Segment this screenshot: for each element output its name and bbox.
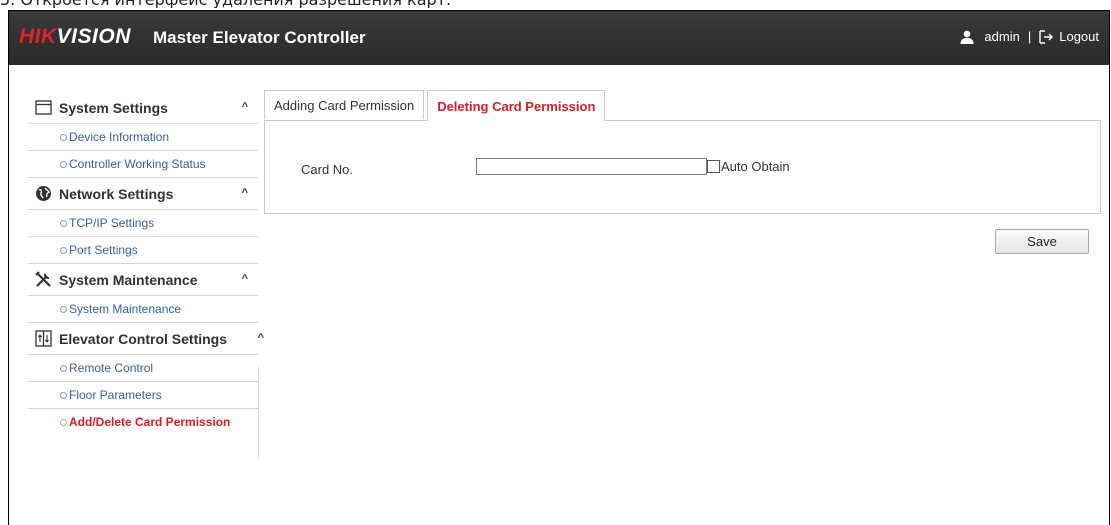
app-title: Master Elevator Controller: [153, 28, 366, 47]
sidebar-item-tcpip-settings[interactable]: TCP/IP Settings: [28, 210, 258, 237]
user-icon: [960, 30, 974, 44]
sidebar-group-label: Network Settings: [59, 185, 174, 202]
bullet-icon: [60, 305, 67, 313]
sidebar-group-elevator-control-settings[interactable]: Elevator Control Settings ^: [28, 323, 264, 355]
sidebar-group-system-maintenance[interactable]: System Maintenance ^: [28, 264, 258, 296]
logo-red-part: HIK: [19, 25, 57, 48]
sidebar-item-label: Remote Control: [69, 361, 154, 375]
sidebar: System Settings ^ Device Information Con…: [28, 92, 264, 435]
chevron-up-icon[interactable]: ^: [258, 332, 264, 344]
user-area: admin | Logout: [960, 29, 1099, 44]
sidebar-item-label: Floor Parameters: [69, 388, 162, 402]
auto-obtain-option[interactable]: Auto Obtain: [707, 159, 790, 174]
header-separator: |: [1027, 29, 1032, 44]
card-no-label: Card No.: [301, 162, 354, 177]
sidebar-item-system-maintenance[interactable]: System Maintenance: [28, 296, 258, 323]
sidebar-item-label: Port Settings: [69, 243, 138, 257]
logout-icon[interactable]: [1039, 29, 1054, 44]
chevron-up-icon[interactable]: ^: [242, 273, 248, 285]
elevator-icon: [35, 330, 52, 347]
caption-text: 5. Откроется интерфейс удаления разрешен…: [0, 0, 1111, 8]
sidebar-group-system-settings[interactable]: System Settings ^: [28, 92, 258, 124]
username-link[interactable]: admin: [984, 29, 1019, 44]
tab-adding-card-permission[interactable]: Adding Card Permission: [264, 90, 425, 119]
sidebar-item-label: Device Information: [69, 130, 170, 144]
top-bar: HIKVISION Master Elevator Controller adm…: [9, 11, 1109, 65]
card-no-input[interactable]: [476, 158, 707, 175]
sidebar-item-port-settings[interactable]: Port Settings: [28, 237, 258, 264]
app-window: HIKVISION Master Elevator Controller adm…: [8, 10, 1110, 525]
sidebar-divider: [258, 367, 259, 459]
sidebar-group-label: System Maintenance: [59, 271, 198, 288]
bullet-icon: [60, 391, 67, 399]
bullet-icon: [60, 418, 67, 426]
tab-panel: Card No. Auto Obtain: [264, 120, 1101, 214]
tools-icon: [35, 271, 51, 287]
bullet-icon: [60, 246, 67, 254]
bullet-icon: [60, 133, 67, 141]
sidebar-item-device-information[interactable]: Device Information: [28, 124, 258, 151]
sidebar-item-add-delete-card-permission[interactable]: Add/Delete Card Permission: [28, 409, 258, 435]
sidebar-item-label: System Maintenance: [69, 302, 182, 316]
hikvision-logo: HIKVISION: [19, 25, 131, 49]
logout-link[interactable]: Logout: [1059, 29, 1099, 44]
sidebar-group-network-settings[interactable]: Network Settings ^: [28, 178, 258, 210]
sidebar-item-label: TCP/IP Settings: [69, 216, 155, 230]
auto-obtain-label: Auto Obtain: [721, 159, 790, 174]
sidebar-group-label: Elevator Control Settings: [59, 330, 228, 347]
globe-icon: [36, 186, 51, 201]
bullet-icon: [60, 219, 67, 227]
sidebar-item-controller-working-status[interactable]: Controller Working Status: [28, 151, 258, 178]
bullet-icon: [60, 160, 67, 168]
logo-white-part: VISION: [56, 25, 131, 48]
chevron-up-icon[interactable]: ^: [242, 101, 248, 113]
chevron-up-icon[interactable]: ^: [242, 187, 248, 199]
auto-obtain-checkbox[interactable]: [707, 160, 720, 173]
bullet-icon: [60, 364, 67, 372]
sidebar-item-label: Controller Working Status: [69, 157, 206, 171]
tab-bar: Adding Card Permission Deleting Card Per…: [264, 90, 608, 121]
sidebar-group-label: System Settings: [59, 99, 168, 116]
sidebar-item-label: Add/Delete Card Permission: [69, 415, 231, 429]
tab-deleting-card-permission[interactable]: Deleting Card Permission: [427, 90, 606, 121]
sidebar-item-floor-parameters[interactable]: Floor Parameters: [28, 382, 258, 409]
window-icon: [35, 100, 52, 115]
save-button[interactable]: Save: [995, 229, 1089, 254]
sidebar-item-remote-control[interactable]: Remote Control: [28, 355, 258, 382]
